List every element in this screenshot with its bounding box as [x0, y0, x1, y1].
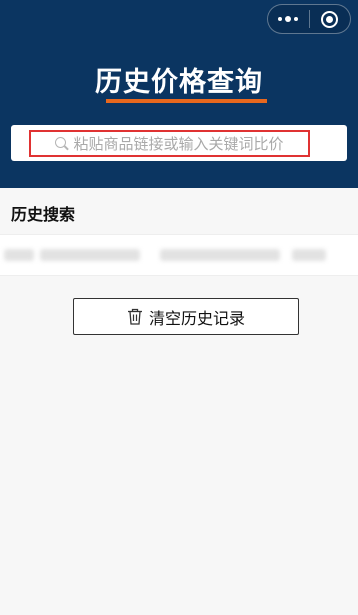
close-button[interactable]: [309, 5, 350, 33]
clear-history-button[interactable]: 清空历史记录: [73, 298, 299, 335]
blurred-text: [292, 249, 326, 261]
trash-icon: [127, 308, 142, 325]
history-section-title: 历史搜索: [11, 205, 76, 224]
search-icon: [55, 136, 69, 151]
blurred-text: [160, 249, 280, 261]
search-input[interactable]: 粘贴商品链接或输入关键词比价: [29, 130, 310, 157]
history-item[interactable]: [0, 234, 358, 276]
page-title: 历史价格查询: [95, 67, 263, 98]
clear-history-label: 清空历史记录: [148, 308, 245, 328]
more-dots-icon: [278, 16, 299, 22]
search-placeholder: 粘贴商品链接或输入关键词比价: [73, 135, 284, 153]
search-bar[interactable]: 粘贴商品链接或输入关键词比价: [11, 125, 347, 161]
header: 历史价格查询 粘贴商品链接或输入关键词比价: [0, 0, 358, 188]
more-button[interactable]: [268, 5, 309, 33]
title-underline: [106, 99, 267, 103]
blurred-text: [4, 249, 34, 261]
blurred-text: [40, 249, 140, 261]
target-circle-icon: [321, 10, 339, 28]
mini-program-capsule: [267, 4, 351, 34]
